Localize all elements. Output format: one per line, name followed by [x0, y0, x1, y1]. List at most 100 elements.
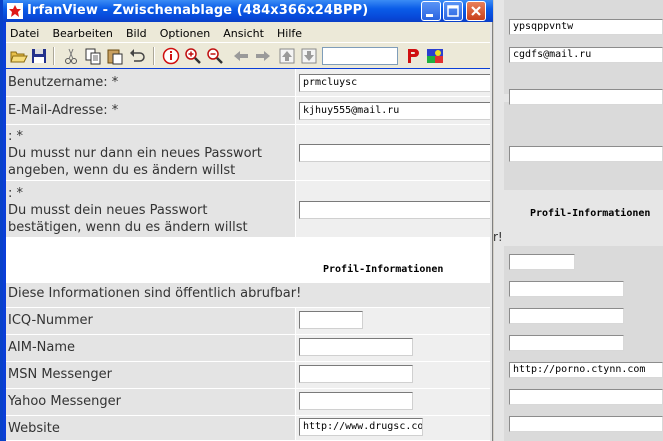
paint-icon[interactable] — [426, 47, 444, 65]
close-icon — [471, 6, 481, 16]
background-aim-field[interactable] — [509, 281, 624, 297]
password-input[interactable] — [299, 144, 490, 162]
zoom-box[interactable] — [322, 47, 398, 65]
profile-note: Diese Informationen sind öffentlich abru… — [8, 286, 302, 301]
value-cell — [296, 362, 490, 389]
form-row-password: : * Du musst nur dann ein neues Passwort… — [6, 125, 490, 181]
irfanview-window: IrfanView - Zwischenablage (484x366x24BP… — [0, 0, 493, 441]
menu-bar: Datei Bearbeiten Bild Optionen Ansicht H… — [6, 22, 490, 42]
value-cell: http://www.drugsc.com — [296, 416, 490, 441]
menu-optionen[interactable]: Optionen — [156, 24, 214, 44]
password-label: : * Du musst nur dann ein neues Passwort… — [8, 129, 263, 178]
zoom-in-icon[interactable] — [184, 47, 202, 65]
label-cell: AIM-Name — [6, 335, 295, 362]
undo-icon[interactable] — [128, 47, 146, 65]
website-input[interactable]: http://www.drugsc.com — [299, 418, 423, 436]
background-email-field[interactable]: cgdfs@mail.ru — [509, 47, 663, 63]
page-up-icon[interactable] — [278, 47, 296, 65]
toolbar-separator — [153, 47, 155, 65]
label-cell: MSN Messenger — [6, 362, 295, 389]
menu-datei[interactable]: Datei — [6, 24, 43, 44]
value-cell: prmcluysc — [296, 69, 490, 97]
maximize-button[interactable] — [443, 1, 463, 21]
email-label: E-Mail-Adresse: * — [8, 103, 119, 118]
value-cell — [296, 308, 490, 335]
title-bar[interactable]: IrfanView - Zwischenablage (484x366x24BP… — [3, 0, 493, 22]
profile-note-row: Diese Informationen sind öffentlich abru… — [6, 283, 490, 308]
background-icq-field[interactable] — [509, 254, 575, 270]
background-field[interactable] — [509, 335, 624, 351]
form-row-icq: ICQ-Nummer — [6, 308, 490, 335]
aim-input[interactable] — [299, 338, 413, 356]
toolbar — [6, 42, 490, 68]
forward-icon[interactable] — [254, 47, 272, 65]
page-down-icon[interactable] — [300, 47, 318, 65]
background-field[interactable] — [509, 308, 624, 324]
info-icon[interactable] — [162, 47, 180, 65]
icq-label: ICQ-Nummer — [8, 313, 93, 328]
form-row-username: Benutzername: * prmcluysc — [6, 69, 490, 97]
label-cell: E-Mail-Adresse: * — [6, 97, 295, 125]
form-row-msn: MSN Messenger — [6, 362, 490, 389]
image-canvas: Benutzername: * prmcluysc E-Mail-Adresse… — [6, 69, 490, 441]
background-yahoo-field[interactable] — [509, 389, 663, 405]
value-cell — [296, 181, 490, 238]
background-username-field[interactable]: ypsqppvntw — [509, 19, 663, 35]
close-button[interactable] — [466, 1, 486, 21]
value-cell: kjhuy555@mail.ru — [296, 97, 490, 125]
copy-icon[interactable] — [84, 47, 102, 65]
zoom-out-icon[interactable] — [206, 47, 224, 65]
label-cell: Yahoo Messenger — [6, 389, 295, 416]
label-cell: : * Du musst dein neues Passwort bestäti… — [6, 181, 295, 238]
value-cell — [296, 389, 490, 416]
label-cell: : * Du musst nur dann ein neues Passwort… — [6, 125, 295, 181]
background-password-field[interactable] — [509, 89, 663, 105]
username-label: Benutzername: * — [8, 75, 119, 90]
minimize-icon — [426, 14, 433, 17]
window-title: IrfanView - Zwischenablage (484x366x24BP… — [27, 3, 369, 18]
form-row-website: Website http://www.drugsc.com — [6, 416, 490, 441]
irfanview-app-icon — [7, 3, 23, 19]
aim-label: AIM-Name — [8, 340, 75, 355]
form-row-yahoo: Yahoo Messenger — [6, 389, 490, 416]
username-input[interactable]: prmcluysc — [299, 74, 490, 92]
icq-input[interactable] — [299, 311, 363, 329]
form-row-email: E-Mail-Adresse: * kjhuy555@mail.ru — [6, 97, 490, 125]
website-label: Website — [8, 421, 60, 436]
menu-bild[interactable]: Bild — [122, 24, 151, 44]
background-website-field[interactable] — [509, 416, 663, 432]
msn-label: MSN Messenger — [8, 367, 112, 382]
email-input[interactable]: kjhuy555@mail.ru — [299, 102, 490, 120]
menu-bearbeiten[interactable]: Bearbeiten — [48, 24, 116, 44]
background-msn-field[interactable]: http://porno.ctynn.com — [509, 362, 663, 378]
minimize-button[interactable] — [421, 1, 441, 21]
value-cell — [296, 125, 490, 181]
confirm-password-label: : * Du musst dein neues Passwort bestäti… — [8, 186, 248, 235]
yahoo-label: Yahoo Messenger — [8, 394, 121, 409]
confirm-password-input[interactable] — [299, 201, 490, 219]
form-row-confirm-password: : * Du musst dein neues Passwort bestäti… — [6, 181, 490, 238]
toolbar-separator — [53, 47, 55, 65]
maximize-icon — [447, 5, 459, 17]
save-icon[interactable] — [30, 47, 48, 65]
msn-input[interactable] — [299, 365, 413, 383]
back-icon[interactable] — [232, 47, 250, 65]
background-text-fragment: r! — [493, 230, 503, 244]
yahoo-input[interactable] — [299, 392, 413, 410]
open-folder-icon[interactable] — [10, 47, 28, 65]
print-icon[interactable] — [404, 47, 422, 65]
profile-section-header: Profil-Informationen — [6, 238, 490, 283]
profile-heading: Profil-Informationen — [323, 264, 444, 275]
background-divider — [492, 0, 494, 441]
menu-ansicht[interactable]: Ansicht — [219, 24, 268, 44]
label-cell: Benutzername: * — [6, 69, 295, 97]
label-cell: ICQ-Nummer — [6, 308, 295, 335]
menu-hilfe[interactable]: Hilfe — [273, 24, 306, 44]
background-profile-heading: Profil-Informationen — [530, 208, 651, 219]
cut-icon[interactable] — [62, 47, 80, 65]
background-confirm-field[interactable] — [509, 146, 663, 162]
value-cell — [296, 335, 490, 362]
form-row-aim: AIM-Name — [6, 335, 490, 362]
label-cell: Website — [6, 416, 295, 441]
paste-icon[interactable] — [106, 47, 124, 65]
